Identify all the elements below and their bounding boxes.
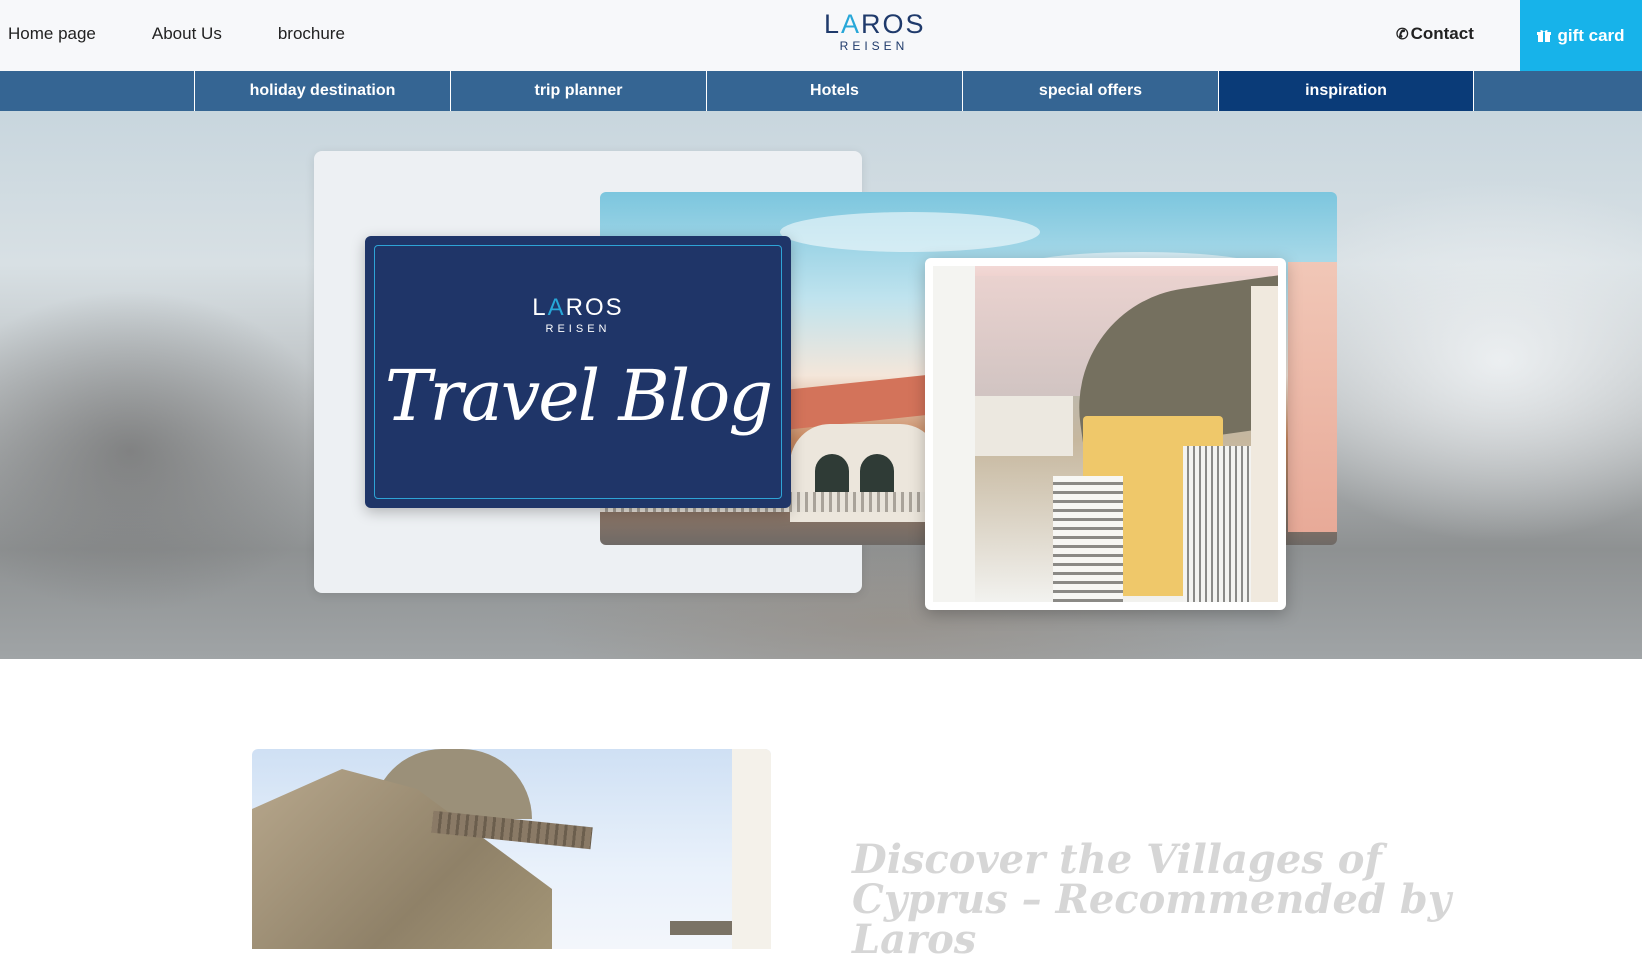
card-logo: LAROS REISEN <box>365 296 791 336</box>
photo-cloud <box>780 212 1040 252</box>
card-logo-star-a: A <box>547 294 566 321</box>
laros-logo[interactable]: LAROS REISEN <box>824 10 924 53</box>
card-logo-subtitle: REISEN <box>545 323 611 335</box>
logo-letter-l: L <box>824 9 842 39</box>
top-bar: Home page About Us brochure LAROS REISEN… <box>0 0 1642 71</box>
gift-icon <box>1537 29 1552 42</box>
card-logo-wordmark: LAROS <box>365 296 791 320</box>
brochure-link[interactable]: brochure <box>278 24 345 44</box>
nav-trip-planner[interactable]: trip planner <box>450 71 706 111</box>
photo-railing <box>1183 446 1253 602</box>
card-logo-letter-l: L <box>532 294 548 321</box>
logo-star-a: A <box>841 9 862 39</box>
logo-wordmark: LAROS <box>824 10 924 38</box>
article-image[interactable] <box>252 749 771 949</box>
nav-holiday-destination[interactable]: holiday destination <box>194 71 450 111</box>
travel-blog-title: Travel Blog <box>384 355 773 437</box>
contact-link[interactable]: ✆ Contact <box>1396 24 1474 44</box>
card-logo-letters-ros: ROS <box>565 294 624 321</box>
santorini-photo <box>933 266 1278 602</box>
photo-white-wall <box>1251 286 1278 602</box>
nav-special-offers[interactable]: special offers <box>962 71 1218 111</box>
about-us-link[interactable]: About Us <box>152 24 222 44</box>
logo-letters-ros: ROS <box>861 9 926 39</box>
photo-stairs <box>1053 476 1123 602</box>
article-title[interactable]: Discover the Villages of Cyprus – Recomm… <box>852 840 1492 960</box>
top-navigation: Home page About Us brochure <box>8 24 345 44</box>
photo-white-wall <box>933 266 975 602</box>
hero-banner: LAROS REISEN Travel Blog <box>0 111 1642 659</box>
main-navigation: holiday destination trip planner Hotels … <box>0 71 1642 111</box>
phone-icon: ✆ <box>1396 26 1409 43</box>
home-page-link[interactable]: Home page <box>8 24 96 44</box>
photo-white-house <box>732 749 771 949</box>
photo-building <box>1288 262 1337 532</box>
contact-label: Contact <box>1410 24 1474 43</box>
santorini-photo-frame <box>925 258 1286 610</box>
gift-card-label: gift card <box>1557 25 1625 45</box>
travel-blog-card: LAROS REISEN Travel Blog <box>365 236 791 508</box>
logo-subtitle: REISEN <box>839 39 909 53</box>
gift-card-button[interactable]: gift card <box>1520 0 1642 71</box>
photo-rooftops <box>790 374 930 430</box>
photo-terrace <box>973 396 1073 456</box>
nav-inspiration[interactable]: inspiration <box>1218 71 1474 111</box>
nav-hotels[interactable]: Hotels <box>706 71 962 111</box>
hero-background-blur <box>0 291 340 611</box>
